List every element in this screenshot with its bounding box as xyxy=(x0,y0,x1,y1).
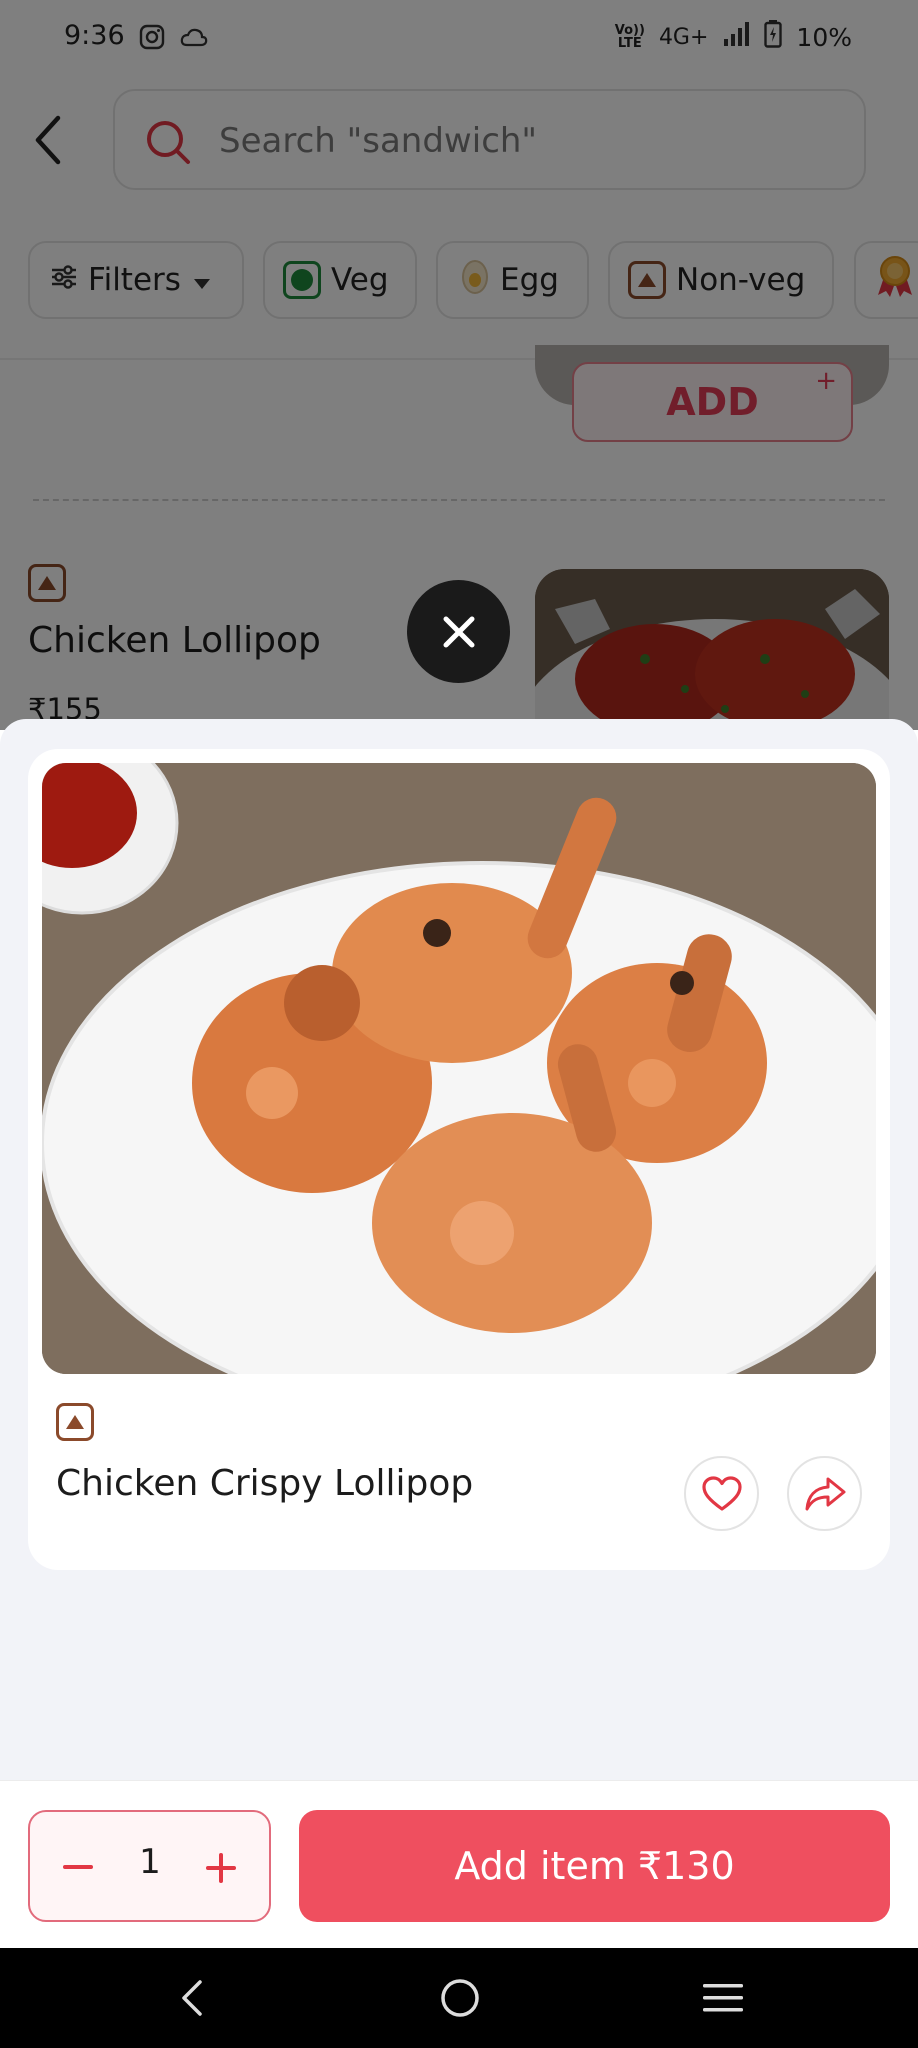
food-image xyxy=(42,763,876,1374)
add-item-label: Add item ₹130 xyxy=(454,1844,735,1888)
quantity-stepper: 1 xyxy=(28,1810,271,1922)
close-button[interactable] xyxy=(407,580,510,683)
heart-icon xyxy=(701,1475,742,1511)
favorite-button[interactable] xyxy=(684,1456,759,1531)
share-button[interactable] xyxy=(787,1456,862,1531)
nav-back-button[interactable] xyxy=(163,1970,223,2026)
system-navigation-bar xyxy=(0,1948,918,2048)
nav-home-button[interactable] xyxy=(430,1970,490,2026)
item-title: Chicken Crispy Lollipop xyxy=(56,1463,474,1504)
share-icon xyxy=(805,1477,845,1510)
decrease-quantity-button[interactable] xyxy=(48,1838,108,1898)
cart-action-bar: 1 Add item ₹130 xyxy=(0,1780,918,1948)
item-detail-sheet: Chicken Crispy Lollipop xyxy=(0,719,918,1780)
quantity-value: 1 xyxy=(139,1842,161,1882)
nav-recents-button[interactable] xyxy=(693,1970,753,2026)
minus-icon xyxy=(63,1865,93,1869)
nonveg-icon xyxy=(56,1403,94,1441)
plus-icon xyxy=(206,1853,236,1883)
home-icon xyxy=(441,1979,479,2017)
increase-quantity-button[interactable] xyxy=(191,1838,251,1898)
add-item-button[interactable]: Add item ₹130 xyxy=(299,1810,890,1922)
close-icon xyxy=(443,616,474,647)
back-icon xyxy=(182,1980,202,2016)
item-card: Chicken Crispy Lollipop xyxy=(28,749,890,1570)
menu-icon xyxy=(703,1984,743,2012)
